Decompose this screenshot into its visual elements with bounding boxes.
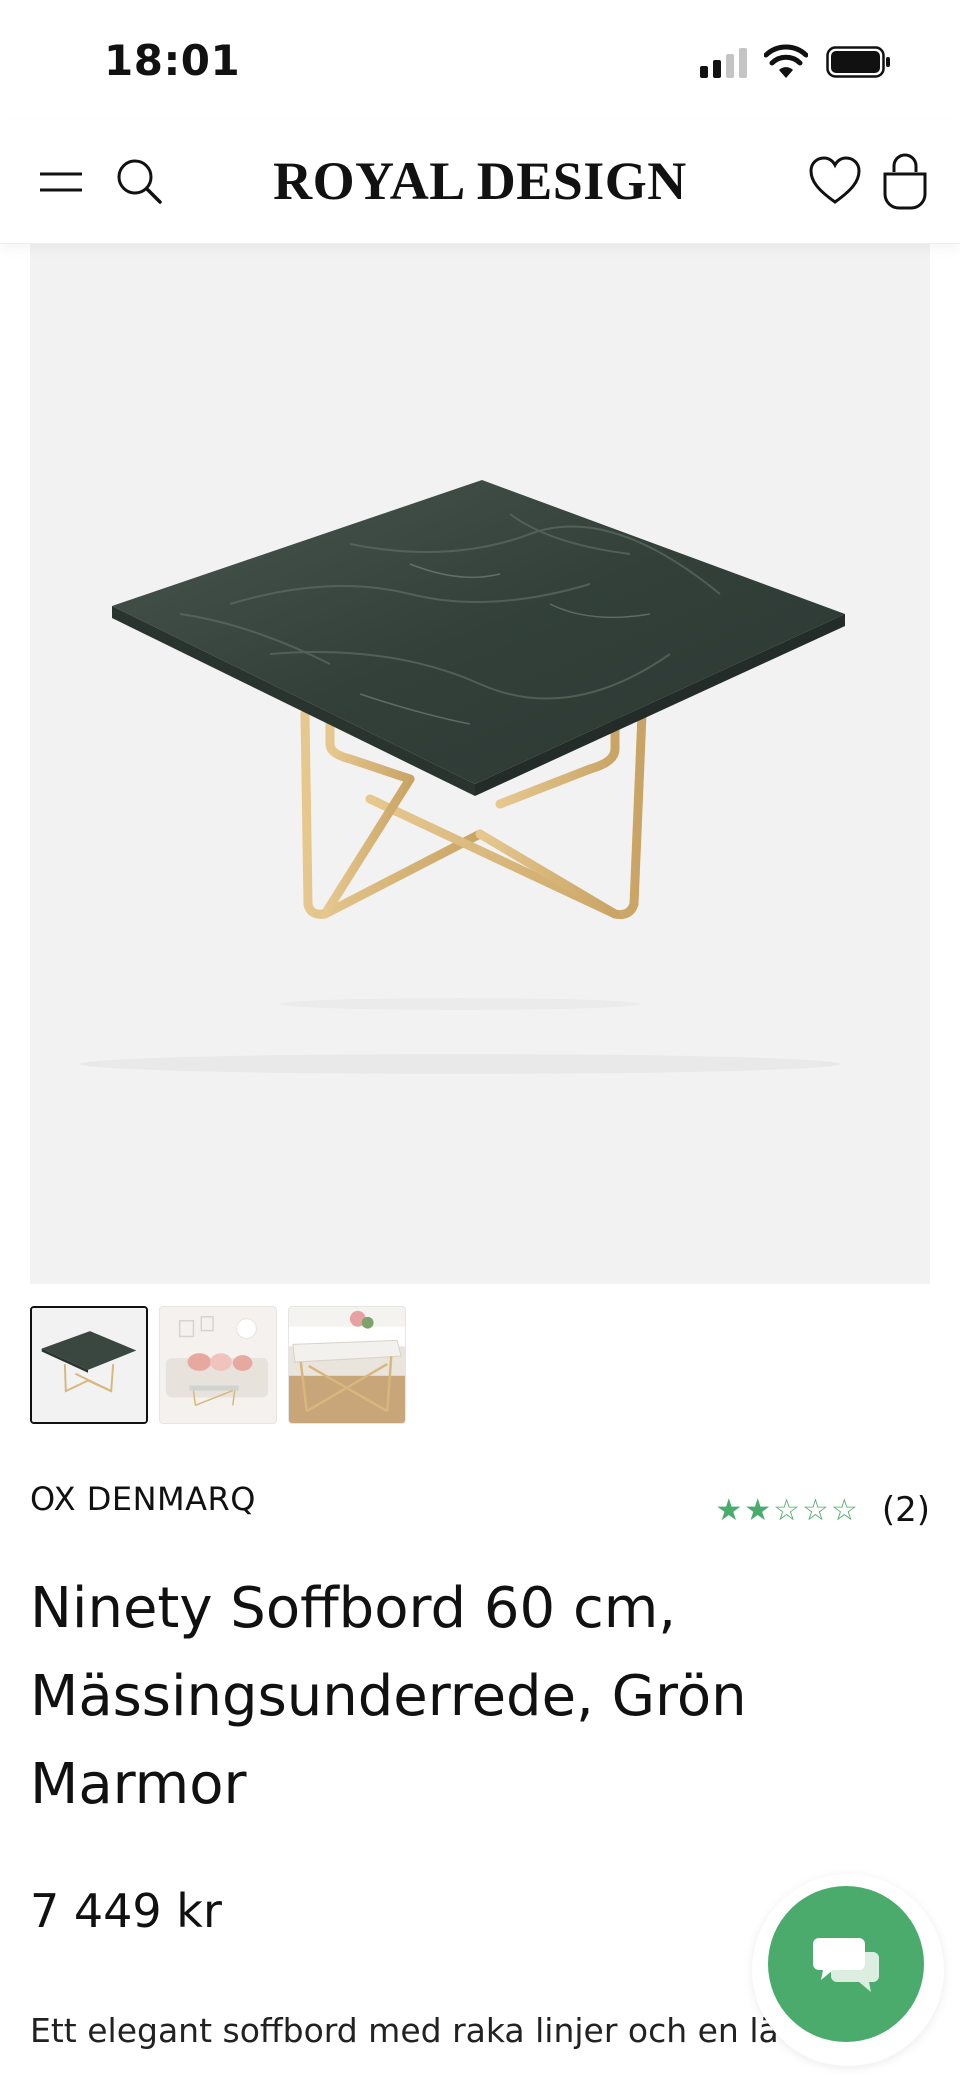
thumbnail-3[interactable] <box>288 1306 406 1424</box>
product-main-image[interactable] <box>30 244 930 1284</box>
heart-icon[interactable] <box>808 154 862 208</box>
chat-icon <box>813 1938 879 1992</box>
thumbnail-strip <box>30 1306 406 1424</box>
rating-stars: ★★☆☆☆ <box>715 1492 860 1528</box>
site-logo[interactable]: ROYAL DESIGN <box>270 150 690 212</box>
chat-button[interactable] <box>768 1886 924 2042</box>
site-header: ROYAL DESIGN <box>0 120 960 244</box>
search-icon[interactable] <box>114 156 164 206</box>
menu-icon[interactable] <box>38 164 86 200</box>
cellular-signal-icon <box>700 48 748 78</box>
thumbnail-1[interactable] <box>30 1306 148 1424</box>
status-bar: 18:01 <box>0 0 960 120</box>
product-price: 7 449 kr <box>30 1884 222 1938</box>
product-title: Ninety Soffbord 60 cm, Mässingsunderrede… <box>30 1576 747 1817</box>
status-time: 18:01 <box>104 36 241 85</box>
battery-icon <box>826 46 890 78</box>
product-page: 18:01 ROYAL DESIGN OX DENMARQ ★★☆☆☆ (2) … <box>0 0 960 2078</box>
bag-icon[interactable] <box>878 150 932 210</box>
brand-name[interactable]: OX DENMARQ <box>30 1480 256 1518</box>
marble-table-illustration <box>30 244 930 1284</box>
thumbnail-2[interactable] <box>159 1306 277 1424</box>
review-count: (2) <box>881 1490 930 1530</box>
product-rating[interactable]: ★★☆☆☆ (2) <box>715 1490 930 1530</box>
wifi-icon <box>764 44 808 78</box>
